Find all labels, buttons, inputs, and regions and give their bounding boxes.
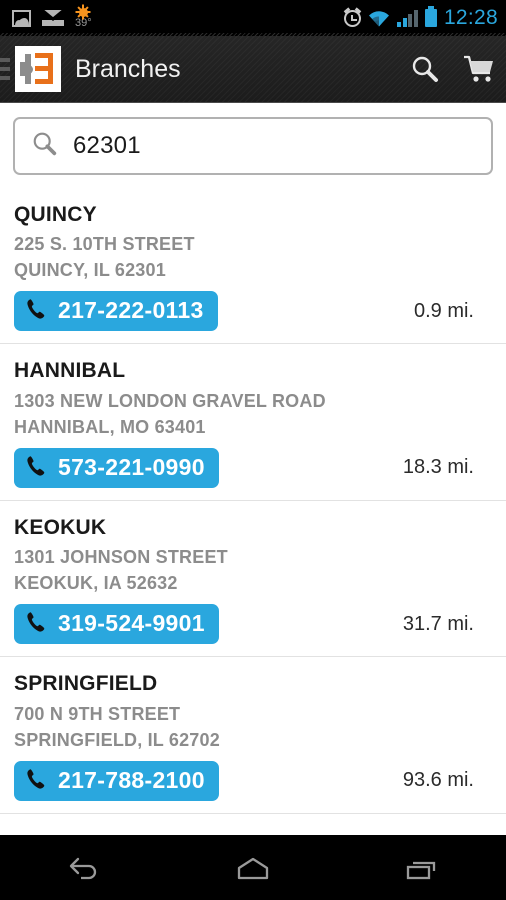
- branch-city-state-zip: KEOKUK, IA 52632: [14, 573, 178, 594]
- search-icon: [31, 130, 59, 163]
- clock-label: 12:28: [443, 6, 498, 29]
- call-button[interactable]: 217-222-0113: [14, 291, 218, 332]
- branch-row-footer: 319-524-9901 31.7 mi.: [14, 604, 492, 645]
- call-button[interactable]: 319-524-9901: [14, 604, 219, 645]
- call-button-label: 217-788-2100: [58, 766, 205, 793]
- call-button[interactable]: 573-221-0990: [14, 447, 219, 488]
- phone-handset-icon-glyph: [27, 769, 45, 789]
- battery-icon: [424, 6, 437, 27]
- android-navigation-bar: [0, 835, 506, 900]
- branch-name: HANNIBAL: [14, 359, 126, 383]
- app-logo-glyph: [15, 46, 61, 92]
- table-row[interactable]: SPRINGFIELD 700 N 9TH STREET SPRINGFIELD…: [0, 657, 506, 814]
- branch-row-footer: 217-788-2100 93.6 mi.: [14, 760, 492, 801]
- call-button-label: 217-222-0113: [58, 297, 204, 324]
- branch-city-state-zip: HANNIBAL, MO 63401: [14, 416, 206, 437]
- alarm-clock-icon: [344, 6, 362, 27]
- phone-handset-icon-glyph: [27, 456, 45, 476]
- shopping-cart-icon-glyph: [464, 55, 493, 82]
- cell-signal-icon: [397, 9, 418, 27]
- app-action-bar: Branches: [0, 36, 506, 103]
- branch-street: 1301 JOHNSON STREET: [14, 547, 228, 568]
- phone-screen: 39° 12:28 Branches 62301 QUINCY 225 S. 1…: [0, 0, 506, 900]
- branch-list[interactable]: QUINCY 225 S. 10TH STREET QUINCY, IL 623…: [0, 188, 506, 900]
- branch-street: 1303 NEW LONDON GRAVEL ROAD: [14, 390, 326, 411]
- mail-icon: [42, 10, 64, 26]
- phone-handset-icon: [25, 297, 49, 324]
- status-bar: 39° 12:28: [0, 0, 506, 36]
- hamburger-menu-icon[interactable]: [0, 58, 10, 80]
- branch-distance: 0.9 mi.: [413, 299, 474, 322]
- weather-indicator: 39°: [75, 6, 92, 29]
- back-arrow-icon: [70, 857, 97, 879]
- home-button[interactable]: [208, 835, 298, 900]
- table-row[interactable]: QUINCY 225 S. 10TH STREET QUINCY, IL 623…: [0, 188, 506, 345]
- shopping-cart-icon[interactable]: [452, 36, 506, 103]
- branch-name: QUINCY: [14, 203, 97, 226]
- branch-street: 225 S. 10TH STREET: [14, 234, 195, 255]
- search-icon[interactable]: [398, 36, 452, 103]
- recent-apps-button[interactable]: [377, 835, 467, 900]
- branch-city-state-zip: QUINCY, IL 62301: [14, 260, 166, 281]
- phone-handset-icon: [25, 767, 49, 794]
- table-row[interactable]: HANNIBAL 1303 NEW LONDON GRAVEL ROAD HAN…: [0, 344, 506, 501]
- home-icon: [237, 857, 269, 879]
- mail-icon-glyph: [42, 10, 64, 21]
- branch-row-footer: 573-221-0990 18.3 mi.: [14, 447, 492, 488]
- phone-handset-icon-glyph: [27, 299, 45, 320]
- call-button[interactable]: 217-788-2100: [14, 760, 219, 801]
- table-row[interactable]: KEOKUK 1301 JOHNSON STREET KEOKUK, IA 52…: [0, 501, 506, 658]
- branch-name: SPRINGFIELD: [14, 672, 158, 696]
- sun-icon: [77, 6, 89, 18]
- branch-street: 700 N 9TH STREET: [14, 703, 181, 724]
- branch-distance: 18.3 mi.: [402, 456, 474, 479]
- branch-distance: 93.6 mi.: [402, 769, 474, 792]
- search-input[interactable]: 62301: [13, 117, 493, 175]
- wifi-icon: [368, 10, 390, 27]
- back-button[interactable]: [39, 835, 129, 900]
- branch-distance: 31.7 mi.: [402, 612, 474, 635]
- branch-city-state-zip: SPRINGFIELD, IL 62702: [14, 729, 220, 750]
- call-button-label: 573-221-0990: [58, 453, 205, 480]
- search-section: 62301: [0, 103, 506, 188]
- recent-apps-icon: [406, 861, 435, 879]
- search-icon-glyph: [412, 56, 438, 82]
- gallery-icon: [12, 9, 31, 27]
- call-button-label: 319-524-9901: [58, 610, 205, 637]
- wifi-icon-glyph: [369, 10, 390, 26]
- status-bar-system-icons: 12:28: [344, 6, 498, 30]
- search-icon-glyph: [33, 132, 57, 155]
- status-bar-notifications: 39°: [12, 6, 92, 29]
- phone-handset-icon: [25, 610, 49, 637]
- app-logo-icon[interactable]: [15, 46, 61, 92]
- branch-row-footer: 217-222-0113 0.9 mi.: [14, 291, 492, 332]
- search-input-value: 62301: [73, 132, 141, 159]
- phone-handset-icon-glyph: [27, 612, 45, 632]
- phone-handset-icon: [25, 454, 49, 481]
- page-title: Branches: [75, 54, 181, 83]
- branch-name: KEOKUK: [14, 515, 107, 539]
